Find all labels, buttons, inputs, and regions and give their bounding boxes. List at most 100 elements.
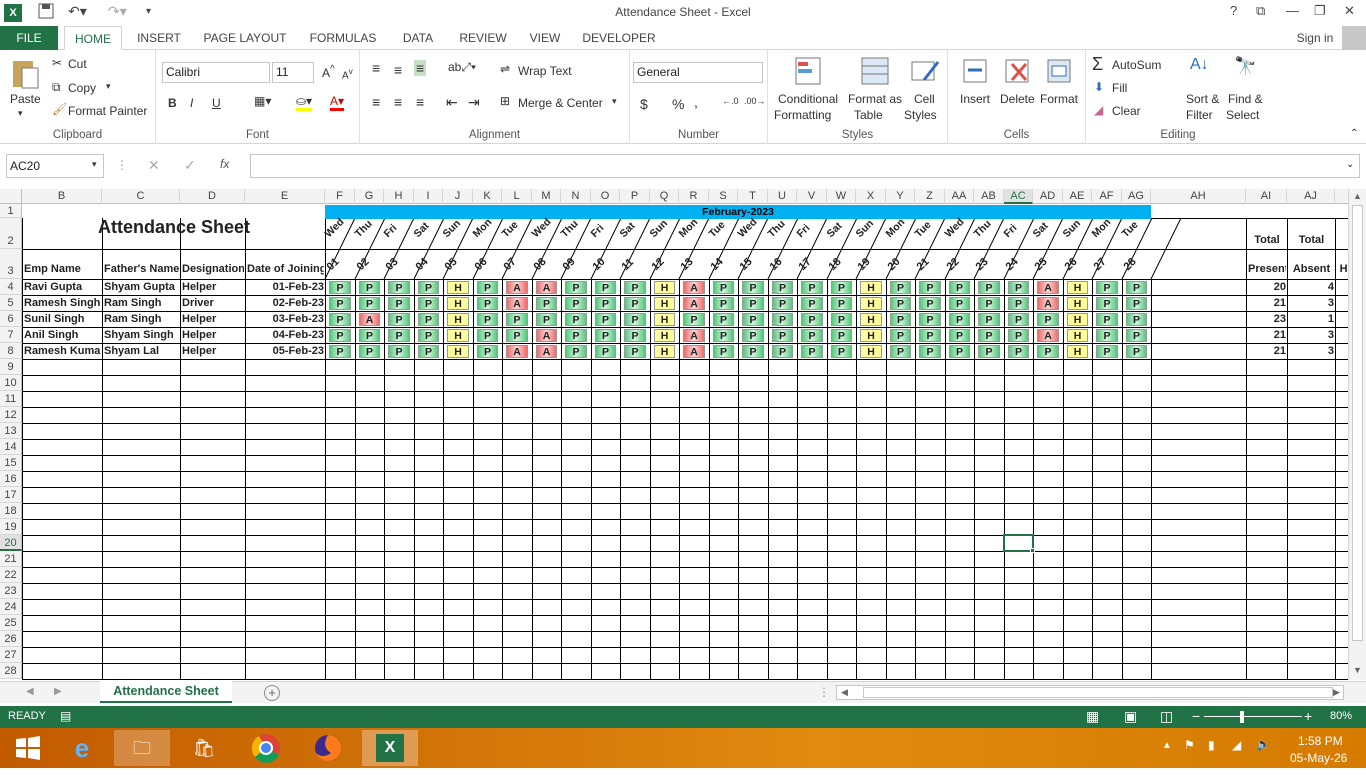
attendance-cell[interactable]: P [418,297,439,310]
column-header[interactable]: I [414,189,443,204]
attendance-cell[interactable]: P [742,281,764,294]
cut-icon[interactable]: ✂ [52,56,62,70]
row-header[interactable]: 28 [0,663,22,679]
attendance-cell[interactable]: H [654,281,675,294]
zoom-out-icon[interactable]: − [1192,708,1200,724]
holidays-cell[interactable]: 4 [1337,312,1348,327]
holidays-cell[interactable]: 4 [1337,296,1348,311]
doj-cell[interactable]: 05-Feb-23 [247,344,324,359]
tab-home[interactable]: HOME [64,26,122,50]
column-header[interactable]: AJ [1287,189,1335,204]
sort-filter-icon[interactable]: A↓ [1190,56,1209,74]
currency-button[interactable]: $ [640,96,648,112]
excel-taskbar-icon[interactable]: X [362,730,418,766]
ribbon-display-icon[interactable]: ⧉ [1256,3,1265,19]
tab-developer[interactable]: DEVELOPER [578,26,660,50]
attendance-cell[interactable]: P [388,329,410,342]
attendance-cell[interactable]: P [978,329,1000,342]
doj-cell[interactable]: 01-Feb-23 [247,280,324,295]
row-header[interactable]: 14 [0,439,22,455]
row-header[interactable]: 8 [0,343,22,359]
show-hidden-icons-icon[interactable]: ▲ [1162,740,1172,751]
align-right-icon[interactable]: ≡ [416,94,424,110]
font-color-icon[interactable]: A▾ [330,94,345,111]
insert-cells-button[interactable]: Insert [960,92,990,106]
attendance-cell[interactable]: H [447,281,469,294]
copy-icon[interactable]: ⧉ [52,80,61,95]
tab-review[interactable]: REVIEW [452,26,514,50]
attendance-cell[interactable]: P [477,329,498,342]
avatar[interactable] [1342,26,1366,50]
attendance-cell[interactable]: P [772,297,793,310]
column-header[interactable]: U [768,189,797,204]
emp-name-cell[interactable]: Ramesh Kumar [24,344,101,359]
attendance-cell[interactable]: P [418,313,439,326]
underline-button[interactable]: U [212,96,221,110]
emp-name-cell[interactable]: Ravi Gupta [24,280,101,295]
column-header[interactable]: Q [650,189,679,204]
page-break-view-icon[interactable]: ◫ [1160,708,1173,725]
row-header[interactable]: 6 [0,311,22,327]
attendance-cell[interactable]: P [919,281,941,294]
format-as-table-button-2[interactable]: Table [854,108,883,122]
delete-cells-icon[interactable] [1002,56,1032,89]
tab-file[interactable]: FILE [0,26,58,50]
attendance-cell[interactable]: P [329,281,351,294]
attendance-cell[interactable]: H [654,313,675,326]
zoom-slider[interactable] [1204,716,1302,717]
attendance-cell[interactable]: H [860,345,882,358]
attendance-cell[interactable]: P [801,281,823,294]
attendance-cell[interactable]: A [536,281,557,294]
attendance-cell[interactable]: P [388,345,410,358]
attendance-cell[interactable]: P [1096,297,1118,310]
attendance-cell[interactable]: P [418,281,439,294]
comma-button[interactable]: , [694,94,698,110]
fill-icon[interactable]: ⬇ [1094,80,1104,94]
cut-button[interactable]: Cut [68,57,87,71]
attendance-cell[interactable]: P [890,281,911,294]
attendance-cell[interactable]: P [713,313,734,326]
vertical-scroll-thumb[interactable] [1352,205,1363,641]
attendance-cell[interactable]: P [742,345,764,358]
attendance-cell[interactable]: P [742,329,764,342]
attendance-cell[interactable]: P [890,297,911,310]
attendance-cell[interactable]: P [565,329,587,342]
row-header[interactable]: 5 [0,295,22,311]
attendance-cell[interactable]: P [713,329,734,342]
attendance-cell[interactable]: A [1037,329,1059,342]
attendance-cell[interactable]: P [772,281,793,294]
name-box-dropdown-icon[interactable]: ▾ [92,159,97,170]
attendance-cell[interactable]: P [713,281,734,294]
attendance-cell[interactable]: P [919,329,941,342]
attendance-cell[interactable]: P [595,329,616,342]
attendance-cell[interactable]: H [447,297,469,310]
attendance-cell[interactable]: A [683,281,705,294]
formula-input[interactable] [250,154,1360,178]
column-header[interactable]: J [443,189,473,204]
increase-decimal-icon[interactable]: ←.0 [722,96,739,106]
attendance-cell[interactable]: A [683,329,705,342]
column-header[interactable]: E [245,189,325,204]
attendance-cell[interactable]: A [506,281,528,294]
attendance-cell[interactable]: A [683,297,705,310]
attendance-cell[interactable]: P [536,297,557,310]
attendance-cell[interactable]: P [831,345,852,358]
prev-sheet-icon[interactable]: ◀ [26,686,34,697]
column-header[interactable]: G [355,189,384,204]
attendance-cell[interactable]: P [978,345,1000,358]
paste-button[interactable]: Paste [10,92,41,106]
attendance-cell[interactable]: A [506,345,528,358]
bottom-align-icon[interactable]: ≡ [414,60,427,76]
attendance-cell[interactable]: P [624,313,646,326]
action-center-icon[interactable]: ⚑ [1184,738,1195,752]
attendance-cell[interactable]: P [1126,313,1147,326]
column-header[interactable]: Y [886,189,915,204]
wrap-text-button[interactable]: Wrap Text [518,64,572,78]
column-header[interactable]: AE [1063,189,1092,204]
attendance-cell[interactable]: A [683,345,705,358]
attendance-cell[interactable]: P [329,313,351,326]
attendance-cell[interactable]: P [919,313,941,326]
column-header[interactable]: AF [1092,189,1122,204]
windows-start-icon[interactable] [0,730,56,766]
attendance-cell[interactable]: P [1096,281,1118,294]
